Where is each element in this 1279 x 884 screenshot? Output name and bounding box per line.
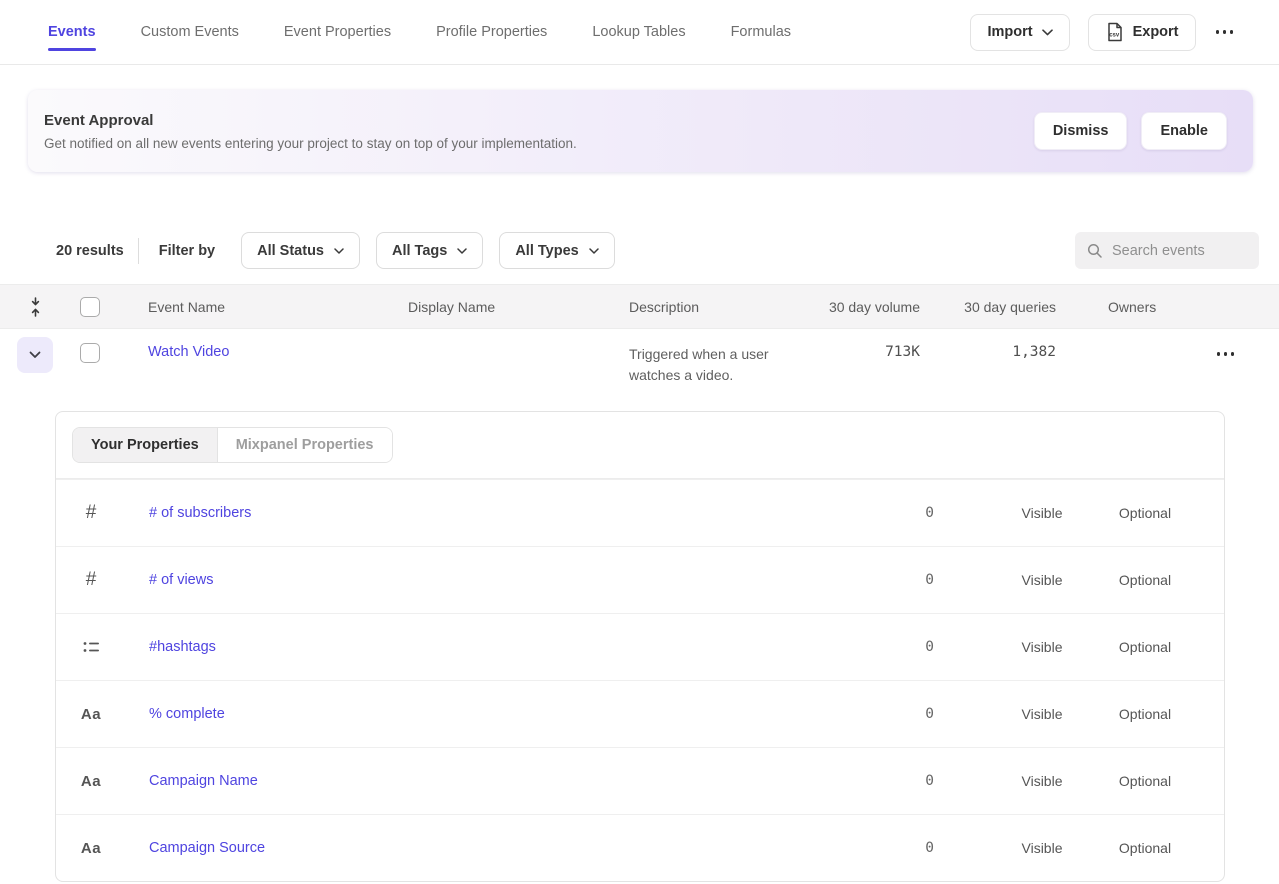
chevron-down-icon bbox=[589, 248, 599, 254]
banner-text: Event Approval Get notified on all new e… bbox=[44, 112, 577, 151]
property-row: Aa % complete 0 Visible Optional bbox=[56, 680, 1224, 747]
import-button[interactable]: Import bbox=[970, 14, 1069, 51]
events-table-header: Event Name Display Name Description 30 d… bbox=[0, 284, 1279, 329]
property-count: 0 bbox=[872, 840, 992, 856]
row-checkbox[interactable] bbox=[80, 343, 100, 363]
property-count: 0 bbox=[872, 773, 992, 789]
property-name-link[interactable]: # of subscribers bbox=[149, 505, 251, 521]
column-header-display-name: Display Name bbox=[384, 299, 605, 315]
status-filter-dropdown[interactable]: All Status bbox=[241, 232, 360, 269]
collapse-vertical-icon bbox=[28, 297, 43, 317]
row-more-actions-button[interactable] bbox=[1215, 346, 1237, 362]
top-navigation: Events Custom Events Event Properties Pr… bbox=[0, 0, 1279, 65]
collapse-all-button[interactable] bbox=[0, 297, 70, 317]
ellipsis-icon bbox=[1216, 30, 1220, 34]
tab-mixpanel-properties[interactable]: Mixpanel Properties bbox=[218, 428, 392, 462]
column-header-volume: 30 day volume bbox=[796, 299, 926, 315]
search-box bbox=[1075, 232, 1259, 269]
text-icon: Aa bbox=[81, 773, 101, 790]
property-name-link[interactable]: % complete bbox=[149, 706, 225, 722]
ellipsis-icon bbox=[1217, 352, 1221, 356]
event-approval-banner: Event Approval Get notified on all new e… bbox=[28, 90, 1253, 172]
property-count: 0 bbox=[872, 572, 992, 588]
property-row: Aa Campaign Source 0 Visible Optional bbox=[56, 814, 1224, 881]
property-name-link[interactable]: Campaign Name bbox=[149, 773, 258, 789]
property-visibility: Visible bbox=[992, 572, 1092, 588]
properties-tabbar: Your Properties Mixpanel Properties bbox=[56, 412, 1224, 479]
column-header-event-name: Event Name bbox=[110, 299, 384, 315]
hash-icon: # bbox=[86, 569, 97, 591]
tab-formulas[interactable]: Formulas bbox=[731, 0, 791, 64]
enable-button[interactable]: Enable bbox=[1141, 112, 1227, 150]
text-icon: Aa bbox=[81, 706, 101, 723]
property-requirement: Optional bbox=[1092, 639, 1198, 655]
chevron-down-icon bbox=[334, 248, 344, 254]
property-visibility: Visible bbox=[992, 706, 1092, 722]
search-icon bbox=[1087, 243, 1103, 259]
property-count: 0 bbox=[872, 505, 992, 521]
event-description: Triggered when a user watches a video. bbox=[629, 344, 789, 386]
property-row: # # of subscribers 0 Visible Optional bbox=[56, 479, 1224, 546]
property-visibility: Visible bbox=[992, 840, 1092, 856]
hash-icon: # bbox=[86, 502, 97, 524]
property-count: 0 bbox=[872, 706, 992, 722]
chevron-down-icon bbox=[29, 351, 41, 359]
tab-profile-properties[interactable]: Profile Properties bbox=[436, 0, 547, 64]
property-visibility: Visible bbox=[992, 773, 1092, 789]
nav-tabs: Events Custom Events Event Properties Pr… bbox=[48, 0, 791, 64]
property-row: # # of views 0 Visible Optional bbox=[56, 546, 1224, 613]
row-expand-button[interactable] bbox=[17, 337, 53, 373]
text-icon: Aa bbox=[81, 840, 101, 857]
property-name-link[interactable]: Campaign Source bbox=[149, 840, 265, 856]
event-name-link[interactable]: Watch Video bbox=[148, 344, 229, 360]
event-volume: 713K bbox=[796, 329, 926, 360]
divider bbox=[138, 238, 139, 264]
banner-title: Event Approval bbox=[44, 112, 577, 129]
column-header-owners: Owners bbox=[1066, 299, 1186, 315]
event-display-name bbox=[384, 329, 605, 344]
property-name-link[interactable]: # of views bbox=[149, 572, 213, 588]
svg-text:csv: csv bbox=[1109, 33, 1120, 39]
tab-lookup-tables[interactable]: Lookup Tables bbox=[592, 0, 685, 64]
export-button[interactable]: csv Export bbox=[1088, 14, 1196, 51]
filter-by-label: Filter by bbox=[159, 243, 215, 259]
banner-description: Get notified on all new events entering … bbox=[44, 136, 577, 151]
list-icon bbox=[83, 640, 100, 654]
property-name-link[interactable]: #hashtags bbox=[149, 639, 216, 655]
tags-filter-dropdown[interactable]: All Tags bbox=[376, 232, 483, 269]
column-header-queries: 30 day queries bbox=[926, 299, 1066, 315]
chevron-down-icon bbox=[1042, 29, 1053, 36]
column-header-description: Description bbox=[605, 299, 796, 315]
import-button-label: Import bbox=[987, 24, 1032, 40]
chevron-down-icon bbox=[457, 248, 467, 254]
event-owners bbox=[1066, 329, 1186, 344]
property-requirement: Optional bbox=[1092, 572, 1198, 588]
property-row: #hashtags 0 Visible Optional bbox=[56, 613, 1224, 680]
types-filter-dropdown[interactable]: All Types bbox=[499, 232, 614, 269]
csv-file-icon: csv bbox=[1105, 22, 1124, 42]
tab-events[interactable]: Events bbox=[48, 0, 96, 64]
property-requirement: Optional bbox=[1092, 773, 1198, 789]
export-button-label: Export bbox=[1133, 24, 1179, 40]
property-row: Aa Campaign Name 0 Visible Optional bbox=[56, 747, 1224, 814]
filter-bar: 20 results Filter by All Status All Tags… bbox=[56, 232, 1259, 269]
property-requirement: Optional bbox=[1092, 706, 1198, 722]
tab-event-properties[interactable]: Event Properties bbox=[284, 0, 391, 64]
select-all-checkbox[interactable] bbox=[80, 297, 100, 317]
property-visibility: Visible bbox=[992, 639, 1092, 655]
results-count: 20 results bbox=[56, 243, 124, 259]
nav-more-actions-button[interactable] bbox=[1214, 24, 1236, 40]
search-input[interactable] bbox=[1112, 243, 1249, 259]
event-properties-panel: Your Properties Mixpanel Properties # # … bbox=[55, 411, 1225, 882]
property-visibility: Visible bbox=[992, 505, 1092, 521]
event-queries: 1,382 bbox=[926, 329, 1066, 360]
tab-custom-events[interactable]: Custom Events bbox=[141, 0, 239, 64]
property-count: 0 bbox=[872, 639, 992, 655]
dismiss-button[interactable]: Dismiss bbox=[1034, 112, 1128, 150]
tab-your-properties[interactable]: Your Properties bbox=[73, 428, 218, 462]
property-requirement: Optional bbox=[1092, 840, 1198, 856]
table-row: Watch Video Triggered when a user watche… bbox=[0, 329, 1279, 411]
property-requirement: Optional bbox=[1092, 505, 1198, 521]
